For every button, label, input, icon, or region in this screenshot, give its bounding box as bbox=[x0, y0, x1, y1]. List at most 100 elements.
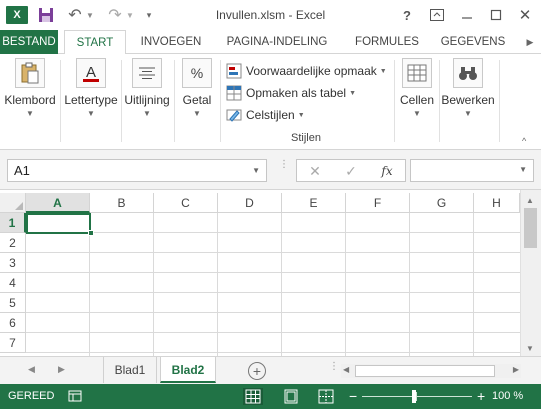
save-icon[interactable] bbox=[38, 5, 54, 25]
horizontal-scroll-thumb[interactable] bbox=[355, 365, 495, 377]
minimize-icon[interactable] bbox=[458, 5, 476, 25]
zoom-level[interactable]: 100 % bbox=[492, 390, 523, 402]
group-clipboard[interactable]: Klembord ▼ bbox=[2, 58, 58, 118]
sheet-prev-icon[interactable]: ◀ bbox=[28, 364, 35, 375]
scroll-down-icon[interactable]: ▼ bbox=[526, 344, 534, 353]
excel-logo-icon[interactable]: X bbox=[6, 6, 28, 24]
add-sheet-button[interactable]: + bbox=[248, 362, 266, 380]
help-icon[interactable]: ? bbox=[398, 5, 416, 25]
group-label-number: Getal bbox=[182, 93, 212, 107]
sheet-tab-blad1[interactable]: Blad1 bbox=[103, 357, 157, 383]
scroll-left-icon[interactable]: ◀ bbox=[343, 365, 349, 374]
chevron-down-icon[interactable]: ▼ bbox=[252, 160, 260, 181]
macro-record-icon[interactable] bbox=[68, 389, 82, 403]
column-header-c[interactable]: C bbox=[154, 193, 218, 213]
enter-icon[interactable]: ✓ bbox=[341, 162, 361, 180]
expand-formula-icon[interactable]: ▼ bbox=[519, 165, 527, 174]
fill-handle[interactable] bbox=[88, 230, 94, 236]
page-break-view-icon[interactable] bbox=[316, 388, 336, 405]
chevron-down-icon: ▼ bbox=[193, 109, 201, 118]
undo-icon[interactable]: ↶ bbox=[66, 5, 84, 25]
group-number[interactable]: % Getal ▼ bbox=[177, 58, 217, 118]
group-alignment[interactable]: Uitlijning ▼ bbox=[122, 58, 172, 118]
sheet-next-icon[interactable]: ▶ bbox=[58, 364, 65, 375]
sheet-tab-blad2[interactable]: Blad2 bbox=[160, 357, 216, 383]
row-header-4[interactable]: 4 bbox=[0, 273, 26, 293]
column-header-a[interactable]: A bbox=[26, 193, 90, 213]
chevron-down-icon: ▼ bbox=[379, 67, 387, 75]
column-header-g[interactable]: G bbox=[410, 193, 474, 213]
cell-styles-button[interactable]: Celstijlen ▼ bbox=[226, 104, 396, 126]
zoom-in-button[interactable]: + bbox=[477, 388, 485, 404]
formula-bar-resize-handle[interactable]: ⋮ bbox=[279, 160, 289, 178]
formula-input[interactable]: ▼ bbox=[410, 159, 534, 182]
format-as-table-label: Opmaken als tabel bbox=[246, 86, 347, 100]
name-box[interactable]: A1 ▼ bbox=[7, 159, 267, 182]
row-header-2[interactable]: 2 bbox=[0, 233, 26, 253]
align-icon bbox=[132, 58, 162, 88]
chevron-down-icon: ▼ bbox=[413, 109, 421, 118]
sheet-tab-bar: ◀ ▶ Blad1 Blad2 + ⋮ ◀ ▶ bbox=[0, 356, 541, 384]
zoom-slider[interactable] bbox=[362, 396, 472, 397]
status-text: GEREED bbox=[8, 390, 55, 402]
active-cell-a1[interactable] bbox=[26, 213, 91, 234]
format-as-table-button[interactable]: Opmaken als tabel ▼ bbox=[226, 82, 396, 104]
close-icon[interactable]: ✕ bbox=[516, 5, 534, 25]
tab-scroll-icon[interactable]: ▶ bbox=[523, 30, 537, 54]
zoom-out-button[interactable]: − bbox=[349, 388, 357, 404]
scroll-right-icon[interactable]: ▶ bbox=[513, 365, 519, 374]
binoculars-icon bbox=[453, 58, 483, 88]
customize-qat-icon[interactable]: ▾ bbox=[144, 5, 154, 25]
tab-start[interactable]: START bbox=[64, 30, 126, 55]
cells-icon bbox=[402, 58, 432, 88]
ribbon-tab-bar: BESTAND START INVOEGEN PAGINA-INDELING F… bbox=[0, 30, 541, 55]
divider bbox=[499, 60, 500, 142]
scroll-up-icon[interactable]: ▲ bbox=[526, 196, 534, 205]
vertical-scroll-thumb[interactable] bbox=[524, 208, 537, 248]
insert-function-button[interactable]: fx bbox=[377, 162, 397, 180]
column-header-b[interactable]: B bbox=[90, 193, 154, 213]
group-label-alignment: Uitlijning bbox=[124, 93, 170, 107]
column-header-f[interactable]: F bbox=[346, 193, 410, 213]
redo-dropdown-icon[interactable]: ▼ bbox=[126, 5, 134, 25]
collapse-ribbon-icon[interactable]: ^ bbox=[522, 136, 526, 146]
group-font[interactable]: A Lettertype ▼ bbox=[62, 58, 120, 118]
redo-icon[interactable]: ↷ bbox=[106, 5, 124, 25]
cell-styles-icon bbox=[226, 107, 242, 123]
ribbon: Klembord ▼ A Lettertype ▼ Uitlijning ▼ %… bbox=[0, 54, 541, 150]
tab-split-handle[interactable]: ⋮ bbox=[329, 362, 339, 372]
cell-area[interactable] bbox=[26, 213, 520, 356]
tab-page-layout[interactable]: PAGINA-INDELING bbox=[222, 30, 332, 54]
page-layout-view-icon[interactable] bbox=[281, 388, 301, 405]
chevron-down-icon: ▼ bbox=[87, 109, 95, 118]
vertical-scrollbar[interactable]: ▲ ▼ bbox=[520, 190, 541, 356]
row-header-6[interactable]: 6 bbox=[0, 313, 26, 333]
tab-data[interactable]: GEGEVENS bbox=[437, 30, 509, 54]
row-header-5[interactable]: 5 bbox=[0, 293, 26, 313]
maximize-icon[interactable] bbox=[487, 5, 505, 25]
tab-formulas[interactable]: FORMULES bbox=[348, 30, 426, 54]
formula-buttons: ✕ ✓ fx bbox=[296, 159, 406, 182]
normal-view-icon[interactable] bbox=[243, 388, 263, 405]
column-header-e[interactable]: E bbox=[282, 193, 346, 213]
conditional-formatting-button[interactable]: Voorwaardelijke opmaak ▼ bbox=[226, 60, 396, 82]
styles-group: Voorwaardelijke opmaak ▼ Opmaken als tab… bbox=[226, 60, 396, 126]
select-all-button[interactable] bbox=[0, 193, 26, 213]
column-header-h[interactable]: H bbox=[474, 193, 520, 213]
zoom-slider-thumb[interactable] bbox=[412, 390, 416, 403]
divider bbox=[220, 60, 221, 142]
title-bar: X ↶ ▼ ↷ ▼ ▾ Invullen.xlsm - Excel ? ✕ bbox=[0, 0, 541, 30]
tab-file[interactable]: BESTAND bbox=[0, 30, 58, 54]
group-editing[interactable]: Bewerken ▼ bbox=[441, 58, 495, 118]
row-header-1[interactable]: 1 bbox=[0, 213, 26, 233]
group-cells[interactable]: Cellen ▼ bbox=[397, 58, 437, 118]
cancel-icon[interactable]: ✕ bbox=[305, 162, 325, 180]
horizontal-scrollbar[interactable]: ◀ ▶ bbox=[341, 364, 521, 378]
row-header-3[interactable]: 3 bbox=[0, 253, 26, 273]
tab-insert[interactable]: INVOEGEN bbox=[131, 30, 211, 54]
column-header-d[interactable]: D bbox=[218, 193, 282, 213]
ribbon-display-icon[interactable] bbox=[428, 5, 446, 25]
undo-dropdown-icon[interactable]: ▼ bbox=[86, 5, 94, 25]
row-header-7[interactable]: 7 bbox=[0, 333, 26, 353]
format-as-table-icon bbox=[226, 85, 242, 101]
